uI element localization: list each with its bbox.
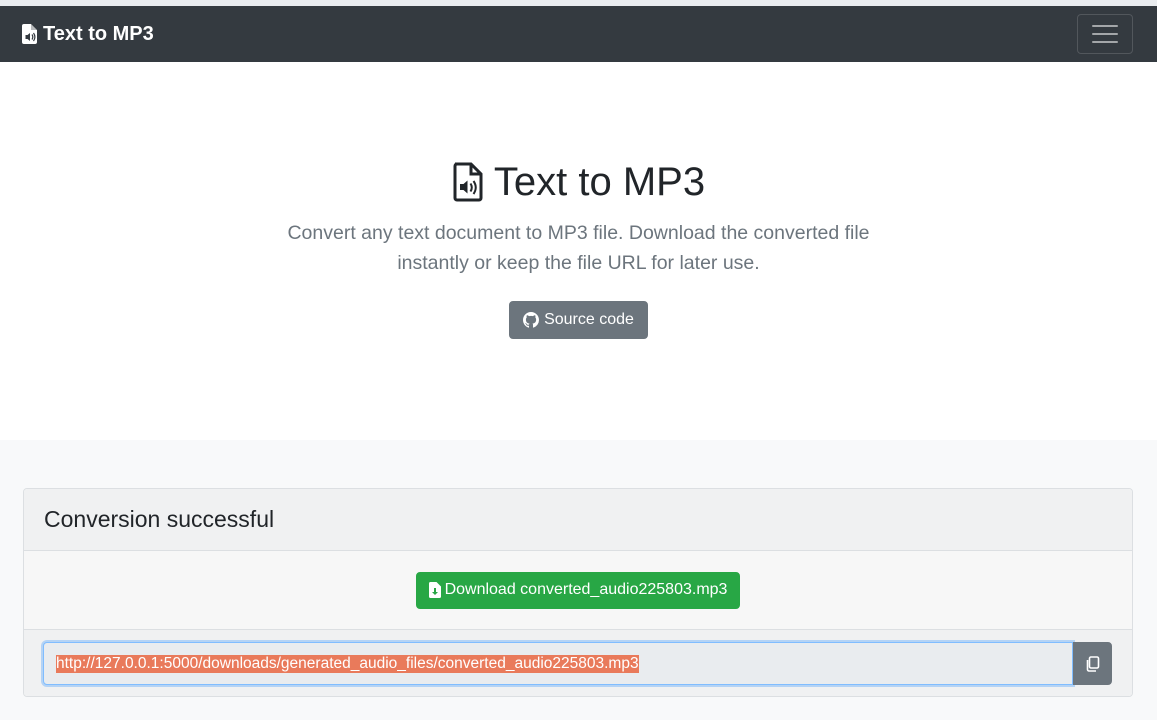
file-audio-icon (22, 24, 37, 44)
navbar-brand[interactable]: Text to MP3 (22, 23, 154, 46)
file-url-text: http://127.0.0.1:5000/downloads/generate… (56, 654, 639, 673)
hamburger-icon-line (1092, 25, 1118, 27)
hamburger-icon-line (1092, 41, 1118, 43)
result-card-body: Download converted_audio225803.mp3 (24, 551, 1132, 630)
result-card-footer: http://127.0.0.1:5000/downloads/generate… (24, 630, 1132, 696)
github-icon (523, 312, 540, 328)
source-code-label: Source code (544, 311, 634, 328)
download-label: Download converted_audio225803.mp3 (444, 581, 728, 598)
copy-icon (1086, 655, 1100, 672)
download-button[interactable]: Download converted_audio225803.mp3 (415, 571, 741, 609)
navbar-toggler[interactable] (1077, 14, 1133, 54)
result-card: Conversion successful Download converted… (23, 488, 1133, 697)
navbar: Text to MP3 (0, 6, 1157, 62)
source-code-button[interactable]: Source code (509, 301, 648, 339)
file-url-input[interactable]: http://127.0.0.1:5000/downloads/generate… (43, 642, 1073, 685)
file-audio-icon (453, 162, 483, 202)
brand-label: Text to MP3 (43, 22, 154, 45)
hero-section: Text to MP3 Convert any text document to… (0, 62, 1157, 440)
page-title: Text to MP3 (0, 158, 1157, 206)
hero-lead: Convert any text document to MP3 file. D… (287, 222, 870, 274)
hamburger-icon-line (1092, 33, 1118, 35)
copy-url-button[interactable] (1073, 642, 1112, 685)
result-card-header: Conversion successful (24, 489, 1132, 551)
page-title-text: Text to MP3 (493, 159, 706, 204)
file-download-icon (428, 582, 441, 598)
